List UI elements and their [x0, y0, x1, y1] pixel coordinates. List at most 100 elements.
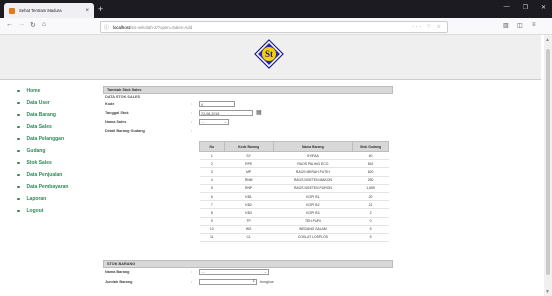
minimize-icon[interactable]: — — [504, 4, 510, 11]
new-tab-icon[interactable]: + — [98, 4, 103, 14]
scroll-up-icon[interactable]: ▲ — [545, 37, 550, 43]
forward-icon[interactable]: → — [18, 21, 25, 28]
close-tab-icon[interactable]: × — [85, 8, 89, 14]
back-icon[interactable]: ← — [6, 21, 13, 28]
table-row: 4 RNM RAOS NGETEN MAKON 250 — [199, 176, 389, 185]
scroll-down-icon[interactable]: ▼ — [545, 289, 550, 295]
bullet-icon — [17, 197, 20, 201]
nama-barang-label: Nama Barang — [105, 270, 130, 274]
row-kode: Kode : 4 — [103, 100, 393, 109]
table-row: 10 WS WEDANG SALAM 5 — [199, 225, 389, 234]
row-nama-barang: Nama Barang : .... ⌄ — [103, 268, 393, 277]
colon: : — [191, 111, 193, 115]
bullet-icon — [17, 89, 20, 93]
tanggal-input[interactable]: 23-08-2018 — [199, 110, 253, 116]
colon: : — [191, 102, 193, 106]
address-bar[interactable]: ⓘ localhost/sis-sekolah-2/?open=Sales-Ad… — [100, 21, 448, 33]
table-row: 1 SY SYIFAA 40 — [199, 151, 389, 161]
menu-item-logout[interactable]: Logout — [17, 205, 97, 217]
bullet-icon — [17, 149, 20, 153]
table-header-row: No Kode Barang Nama Barang Stok Gudang — [199, 141, 389, 152]
menu-item-home[interactable]: Home — [17, 85, 97, 97]
table-row: 8 KB3 KOPI B3 2 — [199, 208, 389, 218]
calendar-icon[interactable]: ▦ — [256, 109, 262, 116]
library-icon[interactable]: ▥ — [503, 22, 509, 29]
row-detail-barang: Detail Barang Gudang : — [103, 127, 393, 136]
page-actions-icons[interactable]: ··· ♡ ☆ — [412, 24, 443, 30]
table-row: 5 RNP RAOS NGETEN PURON 1,659 — [199, 184, 389, 193]
sidebar-menu: Home Data User Data Barang Data Sales Da… — [17, 85, 97, 217]
bullet-icon — [17, 185, 20, 189]
menu-item-stok-sales[interactable]: Stok Sales — [17, 157, 97, 169]
jumlah-barang-input[interactable] — [199, 279, 257, 285]
table-row: 9 TP TEH PURI 0 — [199, 217, 389, 226]
chevron-down-icon: ⌄ — [223, 120, 227, 124]
stok-barang-title: STOK BARANG — [103, 260, 393, 268]
table-row: 6 KB1 KOPI B1 20 — [199, 192, 389, 202]
window-controls: — ❐ ✕ — [504, 4, 546, 11]
row-jumlah-barang: Jumlah Barang : ⇕ bungkus — [103, 278, 393, 287]
bullet-icon — [17, 137, 20, 141]
page-header: St — [0, 35, 541, 80]
chevron-down-icon: ⌄ — [263, 270, 267, 274]
table-row: 2 RPE RAOS PALING ECO 542 — [199, 159, 389, 169]
spinner-icon[interactable]: ⇕ — [252, 278, 255, 283]
menu-icon[interactable]: ≡ — [532, 22, 536, 28]
nama-sales-label: Nama Sales — [105, 120, 127, 124]
row-tanggal: Tanggal Stok : 23-08-2018 ▦ — [103, 109, 393, 118]
browser-tab[interactable]: Sehat Tentram Madura × — [4, 3, 94, 18]
browser-tab-bar: Sehat Tentram Madura × + — ❐ ✕ — [0, 0, 552, 18]
page-scrollbar[interactable]: ▲ ▼ — [544, 35, 552, 296]
menu-item-data-penjualan[interactable]: Data Penjualan — [17, 169, 97, 181]
menu-item-data-user[interactable]: Data User — [17, 97, 97, 109]
scrollbar-thumb[interactable] — [546, 49, 550, 275]
sidebar-icon[interactable]: ◫ — [517, 22, 523, 29]
svg-text:St: St — [265, 49, 273, 59]
colon: : — [191, 270, 193, 274]
header-nama-barang: Nama Barang — [272, 141, 354, 152]
bullet-icon — [17, 161, 20, 165]
bullet-icon — [17, 209, 20, 213]
menu-item-gudang[interactable]: Gudang — [17, 145, 97, 157]
nama-barang-select[interactable]: .... ⌄ — [199, 269, 269, 275]
browser-nav-bar: ← → ↻ ⌂ ⓘ localhost/sis-sekolah-2/?open=… — [0, 18, 552, 35]
kode-input[interactable]: 4 — [199, 101, 235, 107]
table-row: 11 CL COKLAT LOSPLOS 5 — [199, 233, 389, 243]
menu-item-laporan[interactable]: Laporan — [17, 193, 97, 205]
header-no: No — [199, 141, 225, 152]
menu-item-data-sales[interactable]: Data Sales — [17, 121, 97, 133]
row-nama-sales: Nama Sales : .... ⌄ — [103, 118, 393, 127]
table-row: 3 MP RAOS MERAH PUTIH 620 — [199, 167, 389, 177]
url-text: localhost/sis-sekolah-2/?open=Sales-Add — [113, 24, 192, 30]
header-kode-barang: Kode Barang — [223, 141, 274, 152]
bullet-icon — [17, 101, 20, 105]
favicon-icon — [9, 7, 15, 14]
close-window-icon[interactable]: ✕ — [541, 4, 546, 11]
logo: St — [254, 39, 284, 69]
menu-item-data-pelanggan[interactable]: Data Pelanggan — [17, 133, 97, 145]
header-stok-gudang: Stok Gudang — [352, 141, 389, 152]
info-icon[interactable]: ⓘ — [104, 24, 109, 31]
section-stok-barang: STOK BARANG — [103, 260, 393, 268]
tanggal-label: Tanggal Stok — [105, 111, 129, 115]
nama-sales-select[interactable]: .... ⌄ — [199, 119, 229, 125]
menu-item-data-pembayaran[interactable]: Data Pembayaran — [17, 181, 97, 193]
table-row: 7 KB2 KOPI B2 21 — [199, 200, 389, 210]
detail-label: Detail Barang Gudang — [105, 129, 145, 133]
maximize-icon[interactable]: ❐ — [523, 4, 528, 11]
bullet-icon — [17, 125, 20, 129]
kode-label: Kode — [105, 102, 115, 106]
home-icon[interactable]: ⌂ — [42, 21, 46, 28]
reload-icon[interactable]: ↻ — [30, 21, 36, 29]
satuan-label: bungkus — [260, 280, 274, 284]
colon: : — [191, 280, 193, 284]
bullet-icon — [17, 173, 20, 177]
colon: : — [191, 129, 193, 133]
jumlah-barang-label: Jumlah Barang — [105, 280, 133, 284]
form-title: Tambah Stok Sales — [103, 86, 393, 94]
colon: : — [191, 120, 193, 124]
menu-item-data-barang[interactable]: Data Barang — [17, 109, 97, 121]
detail-barang-table: No Kode Barang Nama Barang Stok Gudang 1… — [199, 141, 389, 243]
bullet-icon — [17, 113, 20, 117]
form-content: Tambah Stok Sales DATA STOK SALES Kode :… — [103, 86, 393, 136]
